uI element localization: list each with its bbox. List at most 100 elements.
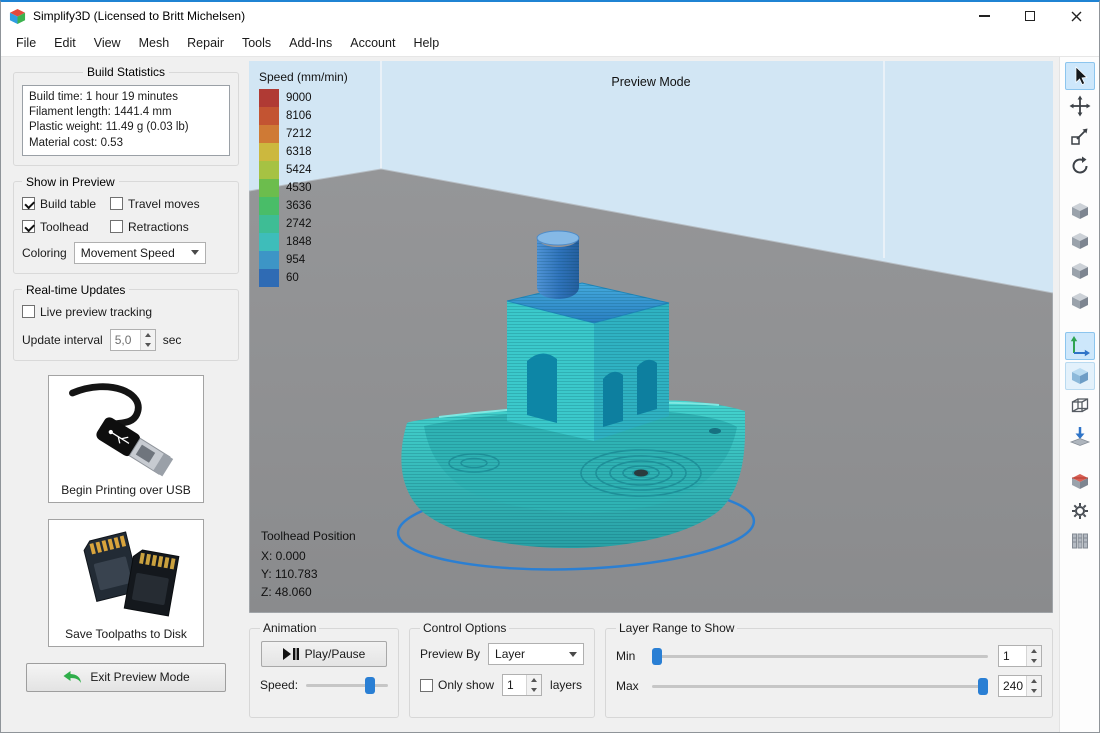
travel-moves-checkbox[interactable] [110,197,123,211]
minimize-button[interactable] [961,2,1007,30]
update-interval-unit: sec [162,332,182,347]
min-layer-arrows[interactable] [1026,646,1041,666]
move-tool[interactable] [1065,92,1095,120]
slider-thumb[interactable] [652,647,662,665]
layer-range-title: Layer Range to Show [619,621,735,635]
play-pause-button[interactable]: Play/Pause [261,641,387,667]
begin-printing-usb-button[interactable]: Begin Printing over USB [48,374,204,503]
preview-by-dropdown[interactable]: Layer [488,643,584,665]
coloring-dropdown[interactable]: Movement Speed [73,241,206,264]
3d-scene[interactable] [249,61,1053,613]
menu-file[interactable]: File [7,31,45,55]
realtime-updates-group: Real-time Updates Live preview tracking … [13,282,239,361]
close-button[interactable] [1053,2,1099,30]
only-show-row: Only show 1 layers [420,674,584,696]
coordinate-axes-tool[interactable] [1064,332,1095,360]
toolhead-checkbox[interactable] [22,220,35,234]
maximize-icon [1025,11,1035,21]
menu-tools[interactable]: Tools [233,31,280,55]
view-cube-b[interactable] [1065,227,1095,255]
menu-addins[interactable]: Add-Ins [280,31,341,55]
window-title: Simplify3D (Licensed to Britt Michelsen) [33,9,246,23]
legend-color-swatch [259,107,279,125]
update-interval-arrows[interactable] [139,329,155,350]
update-interval-spinner[interactable]: 5,0 [109,328,156,351]
place-on-bed-tool[interactable] [1065,422,1095,450]
build-table-checkbox[interactable] [22,197,35,211]
scale-tool[interactable] [1065,122,1095,150]
main-area: Build Statistics Build time: 1 hour 19 m… [1,57,1099,732]
only-show-spinner[interactable]: 1 [502,674,543,696]
menu-repair[interactable]: Repair [178,31,233,55]
slider-track[interactable] [652,655,988,658]
maximize-button[interactable] [1007,2,1053,30]
only-show-arrows[interactable] [526,675,542,695]
chevron-down-icon [190,250,199,256]
menu-edit[interactable]: Edit [45,31,85,55]
retractions-checkbox[interactable] [110,220,123,234]
cabin-window-arch-1 [603,371,623,427]
only-show-option[interactable]: Only show [420,678,494,692]
machine-gear-tool[interactable] [1065,497,1095,525]
slider-thumb[interactable] [978,677,988,695]
preview-viewport[interactable]: Preview Mode Speed (mm/min) 9000 8106 7212… [249,61,1053,613]
save-toolpaths-label: Save Toolpaths to Disk [65,626,187,641]
retractions-option[interactable]: Retractions [110,220,230,234]
speed-row: Speed: [260,676,388,694]
rotate-icon [1072,156,1087,174]
spin-up-icon [531,678,538,682]
menu-view[interactable]: View [85,31,130,55]
realtime-updates-title: Real-time Updates [26,282,126,297]
slider-thumb[interactable] [364,676,375,694]
shaded-view-tool[interactable] [1064,362,1095,390]
legend-row: 9000 [259,89,348,107]
legend-row: 60 [259,269,348,287]
max-layer-slider[interactable] [652,677,988,695]
travel-moves-option[interactable]: Travel moves [110,197,230,211]
legend-color-swatch [259,269,279,287]
slider-track[interactable] [652,685,988,688]
legend-row: 3636 [259,197,348,215]
update-interval-value: 5,0 [114,332,132,347]
view-cube-a[interactable] [1065,197,1095,225]
exit-preview-mode-button[interactable]: Exit Preview Mode [26,662,226,692]
live-preview-option[interactable]: Live preview tracking [22,305,230,319]
support-structures-tool[interactable] [1065,527,1095,555]
wireframe-view-tool[interactable] [1065,392,1095,420]
only-show-label: Only show [438,678,495,692]
toolhead-option[interactable]: Toolhead [22,220,110,234]
cube-icon [1071,203,1088,219]
animation-speed-slider[interactable] [306,676,388,694]
slider-track[interactable] [306,684,388,687]
cross-section-tool[interactable] [1065,467,1095,495]
live-preview-checkbox[interactable] [22,305,35,319]
legend-color-swatch [259,89,279,107]
only-show-checkbox[interactable] [420,678,433,692]
build-table-option[interactable]: Build table [22,197,110,211]
legend-row: 8106 [259,107,348,125]
legend-row: 954 [259,251,348,269]
legend-color-swatch [259,215,279,233]
preview-checkbox-grid: Build table Travel moves Toolhead Retrac… [22,197,230,234]
rotate-tool[interactable] [1065,152,1095,180]
legend-speed-value: 1848 [286,236,312,248]
cursor-icon [1075,66,1088,86]
max-layer-arrows[interactable] [1026,676,1041,696]
save-toolpaths-button[interactable]: Save Toolpaths to Disk [48,518,204,647]
speed-legend: Speed (mm/min) 9000 8106 7212 6318 5424 4530 3… [259,70,348,287]
menu-mesh[interactable]: Mesh [130,31,179,55]
center-column: Preview Mode Speed (mm/min) 9000 8106 7212… [249,57,1059,732]
view-cube-c[interactable] [1065,257,1095,285]
menu-account[interactable]: Account [341,31,404,55]
coloring-label: Coloring [22,245,67,260]
legend-speed-value: 6318 [286,146,312,158]
menu-help[interactable]: Help [404,31,448,55]
select-tool[interactable] [1064,62,1095,90]
min-layer-slider[interactable] [652,647,988,665]
menubar: File Edit View Mesh Repair Tools Add-Ins… [1,30,1099,57]
window-controls [961,2,1099,30]
update-interval-row: Update interval 5,0 sec [22,328,230,351]
max-layer-spinner[interactable]: 240 [998,675,1042,697]
view-cube-d[interactable] [1065,287,1095,315]
min-layer-spinner[interactable]: 1 [998,645,1042,667]
